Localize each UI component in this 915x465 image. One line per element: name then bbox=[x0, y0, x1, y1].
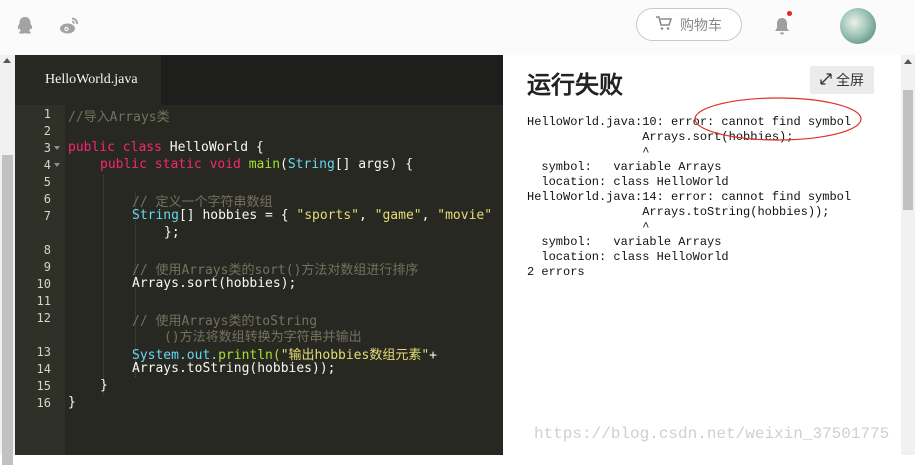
code-editor[interactable]: HelloWorld.java 1 2 3 4 5 6 7 8 9 10 11 … bbox=[15, 55, 503, 455]
code-string: "movie" bbox=[437, 208, 493, 223]
line-number: 8 bbox=[43, 243, 51, 257]
line-number: 16 bbox=[36, 396, 51, 410]
line-number: 15 bbox=[36, 379, 51, 393]
code-text: , bbox=[421, 208, 438, 223]
line-number-gutter: 1 2 3 4 5 6 7 8 9 10 11 12 13 14 15 16 bbox=[15, 105, 65, 455]
line-number: 10 bbox=[36, 277, 51, 291]
avatar[interactable] bbox=[840, 8, 876, 44]
qq-icon[interactable] bbox=[14, 15, 36, 37]
code-keyword: public static void bbox=[100, 157, 241, 172]
line-number: 5 bbox=[43, 175, 51, 189]
top-bar: 购物车 bbox=[0, 0, 915, 56]
line-number: 2 bbox=[43, 124, 51, 138]
code-function: main bbox=[248, 157, 281, 172]
watermark: https://blog.csdn.net/weixin_37501775 bbox=[534, 425, 890, 443]
line-number: 4 bbox=[43, 158, 51, 172]
editor-tab-bar: HelloWorld.java bbox=[15, 55, 503, 105]
line-number: 9 bbox=[43, 260, 51, 274]
notification-dot bbox=[787, 11, 792, 16]
scroll-up-arrow-icon[interactable] bbox=[3, 58, 11, 63]
code-line: public static void main(String[] args) { bbox=[100, 157, 414, 172]
code-line: String[] hobbies = { "sports", "game", "… bbox=[132, 208, 492, 223]
cart-icon bbox=[656, 15, 673, 34]
expand-icon bbox=[820, 72, 832, 88]
right-scrollbar[interactable] bbox=[901, 55, 915, 455]
result-panel: 运行失败 全屏 HelloWorld.java:10: error: canno… bbox=[503, 55, 901, 455]
code-string: "game" bbox=[374, 208, 422, 223]
code-line: public class HelloWorld { bbox=[68, 140, 264, 155]
code-text: [] hobbies = { bbox=[178, 208, 297, 223]
code-text: , bbox=[359, 208, 375, 223]
line-number: 7 bbox=[43, 209, 51, 223]
code-line: } bbox=[68, 395, 76, 410]
fullscreen-button[interactable]: 全屏 bbox=[810, 66, 874, 94]
code-type: String bbox=[132, 208, 179, 223]
code-line: }; bbox=[164, 225, 180, 240]
code-type: String bbox=[287, 157, 335, 172]
fullscreen-label: 全屏 bbox=[836, 72, 864, 88]
line-number: 12 bbox=[36, 311, 51, 325]
code-keyword: public class bbox=[68, 140, 162, 155]
fold-arrow-icon[interactable] bbox=[54, 163, 60, 167]
code-text: [] args) { bbox=[334, 157, 414, 172]
line-number: 1 bbox=[43, 107, 51, 121]
code-line: Arrays.sort(hobbies); bbox=[132, 276, 297, 291]
code-line: } bbox=[100, 378, 108, 393]
code-text: HelloWorld { bbox=[169, 140, 264, 155]
code-line: //导入Arrays类 bbox=[68, 110, 170, 125]
cart-label: 购物车 bbox=[680, 16, 722, 33]
line-number: 13 bbox=[36, 345, 51, 359]
code-line: Arrays.toString(hobbies)); bbox=[132, 361, 336, 376]
line-number: 11 bbox=[36, 294, 51, 308]
compile-output: HelloWorld.java:10: error: cannot find s… bbox=[527, 115, 852, 279]
code-text: + bbox=[429, 348, 437, 363]
code-line: ()方法将数组转换为字符串并输出 bbox=[164, 330, 362, 345]
scrollbar-thumb[interactable] bbox=[903, 90, 913, 210]
code-string: "sports" bbox=[296, 208, 359, 223]
scrollbar-thumb[interactable] bbox=[2, 155, 13, 465]
cart-button[interactable]: 购物车 bbox=[636, 8, 742, 41]
bell-icon[interactable] bbox=[771, 15, 793, 37]
indent-guide bbox=[103, 175, 104, 395]
left-scrollbar[interactable] bbox=[0, 55, 15, 465]
line-number: 3 bbox=[43, 141, 51, 155]
weibo-icon[interactable] bbox=[58, 15, 80, 37]
tab-helloworld-java[interactable]: HelloWorld.java bbox=[15, 55, 161, 105]
result-title: 运行失败 bbox=[527, 71, 623, 99]
fold-arrow-icon[interactable] bbox=[54, 146, 60, 150]
scroll-up-arrow-icon[interactable] bbox=[904, 59, 912, 64]
line-number: 6 bbox=[43, 192, 51, 206]
line-number: 14 bbox=[36, 362, 51, 376]
